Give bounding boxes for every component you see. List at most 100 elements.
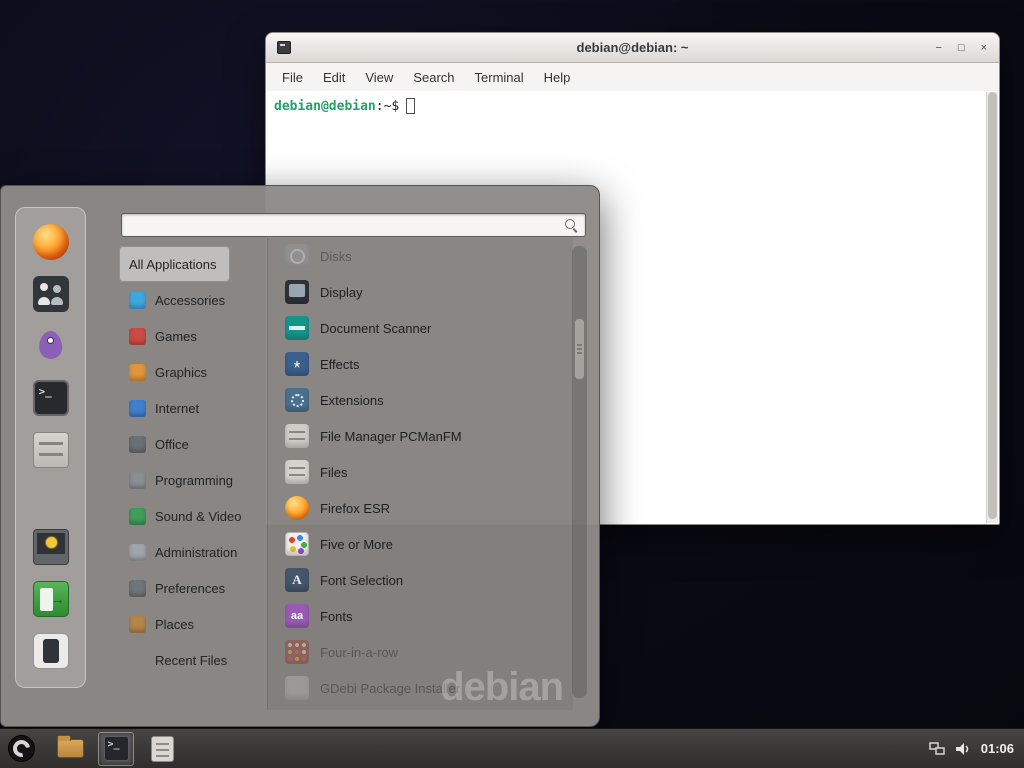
app-label: Four-in-a-row (320, 645, 398, 660)
category-item[interactable]: Internet (119, 390, 213, 426)
category-item[interactable]: Accessories (119, 282, 239, 318)
menu-button[interactable] (3, 731, 39, 767)
category-item[interactable]: All Applications (119, 246, 230, 282)
terminal-menu-item[interactable]: View (355, 70, 403, 85)
system-tray: 01:06 (929, 741, 1014, 757)
taskbar-app-button[interactable] (98, 732, 134, 766)
administration-icon (129, 544, 146, 561)
places-icon (129, 616, 146, 633)
app-item[interactable]: File Manager PCManFM (269, 418, 571, 454)
apps-scrollbar-thumb[interactable] (574, 318, 585, 380)
category-item[interactable]: Recent Files (119, 642, 241, 678)
category-label: Graphics (155, 365, 207, 380)
app-label: Firefox ESR (320, 501, 390, 516)
preferences-icon (129, 580, 146, 597)
app-item[interactable]: Extensions (269, 382, 571, 418)
clock[interactable]: 01:06 (981, 741, 1014, 756)
files-icon (285, 460, 309, 484)
app-item[interactable]: Files (269, 454, 571, 490)
app-label: Document Scanner (320, 321, 431, 336)
category-item[interactable]: Administration (119, 534, 251, 570)
app-label: File Manager PCManFM (320, 429, 462, 444)
terminal-menu-item[interactable]: Help (534, 70, 581, 85)
terminal-menu-item[interactable]: Search (403, 70, 464, 85)
display-icon (285, 280, 309, 304)
category-item[interactable]: Programming (119, 462, 247, 498)
terminal-cursor (406, 98, 415, 114)
category-item[interactable]: Sound & Video (119, 498, 256, 534)
lock-screen-icon[interactable] (33, 529, 69, 565)
close-button[interactable]: × (981, 43, 987, 54)
taskbar: 01:06 (0, 728, 1024, 768)
office-icon (129, 436, 146, 453)
category-label: Games (155, 329, 197, 344)
terminal-launcher-icon[interactable] (33, 380, 69, 416)
application-menu: All Applications Accessories Games Graph… (0, 185, 600, 727)
fonts-icon (285, 604, 309, 628)
terminal-scrollbar-thumb[interactable] (988, 92, 997, 519)
app-item[interactable]: Disks (269, 238, 571, 274)
terminal-scrollbar[interactable] (986, 92, 998, 523)
taskbar-app-button[interactable] (144, 732, 180, 766)
apps-scrollbar[interactable] (572, 246, 587, 698)
terminal-title: debian@debian: ~ (266, 33, 999, 63)
internet-icon (129, 400, 146, 417)
app-label: Font Selection (320, 573, 403, 588)
terminal-menu-item[interactable]: File (272, 70, 313, 85)
taskbar-files-icon (151, 736, 174, 762)
programming-icon (129, 472, 146, 489)
effects-icon (285, 352, 309, 376)
graphics-icon (129, 364, 146, 381)
terminal-titlebar[interactable]: debian@debian: ~ − □ × (266, 33, 999, 63)
taskbar-app-button[interactable] (52, 732, 88, 766)
app-item[interactable]: Font Selection (269, 562, 571, 598)
category-item[interactable]: Preferences (119, 570, 239, 606)
category-label: Programming (155, 473, 233, 488)
terminal-menu-item[interactable]: Edit (313, 70, 355, 85)
app-item[interactable]: Five or More (269, 526, 571, 562)
maximize-button[interactable]: □ (958, 43, 965, 54)
category-label: Recent Files (155, 653, 227, 668)
category-label: Preferences (155, 581, 225, 596)
category-item[interactable]: Games (119, 318, 211, 354)
pidgin-launcher-icon[interactable] (33, 328, 69, 364)
search-input[interactable] (122, 216, 564, 234)
app-item[interactable]: Effects (269, 346, 571, 382)
app-label: Extensions (320, 393, 384, 408)
category-label: Sound & Video (155, 509, 242, 524)
terminal-menu-item[interactable]: Terminal (465, 70, 534, 85)
category-item[interactable]: Graphics (119, 354, 221, 390)
app-label: Disks (320, 249, 352, 264)
volume-icon[interactable] (955, 741, 971, 757)
search-icon (564, 218, 579, 233)
disks-icon (285, 244, 309, 268)
users-launcher-icon[interactable] (33, 276, 69, 312)
category-item[interactable]: Office (119, 426, 203, 462)
network-icon[interactable] (929, 741, 945, 757)
category-label: Places (155, 617, 194, 632)
extensions-icon (285, 388, 309, 412)
firefox-launcher-icon[interactable] (33, 224, 69, 260)
app-item[interactable]: Display (269, 274, 571, 310)
firefox-esr-icon (285, 496, 309, 520)
app-item[interactable]: Fonts (269, 598, 571, 634)
gdebi-icon (285, 676, 309, 700)
minimize-button[interactable]: − (935, 43, 941, 54)
task-button-group (52, 732, 180, 766)
prompt-path: :~$ (376, 99, 399, 114)
app-label: Files (320, 465, 347, 480)
font-selection-icon (285, 568, 309, 592)
category-label: Office (155, 437, 189, 452)
taskbar-folder-icon (57, 739, 84, 758)
shutdown-icon[interactable] (33, 633, 69, 669)
search-box[interactable] (121, 213, 586, 237)
terminal-menubar: FileEditViewSearchTerminalHelp (266, 63, 999, 91)
logout-icon[interactable] (33, 581, 69, 617)
app-item[interactable]: Firefox ESR (269, 490, 571, 526)
file-manager-launcher-icon[interactable] (33, 432, 69, 468)
app-item[interactable]: Document Scanner (269, 310, 571, 346)
debian-watermark: debian (440, 665, 563, 710)
app-label: Display (320, 285, 363, 300)
desktop: debian@debian: ~ − □ × FileEditViewSearc… (0, 0, 1024, 768)
category-item[interactable]: Places (119, 606, 208, 642)
